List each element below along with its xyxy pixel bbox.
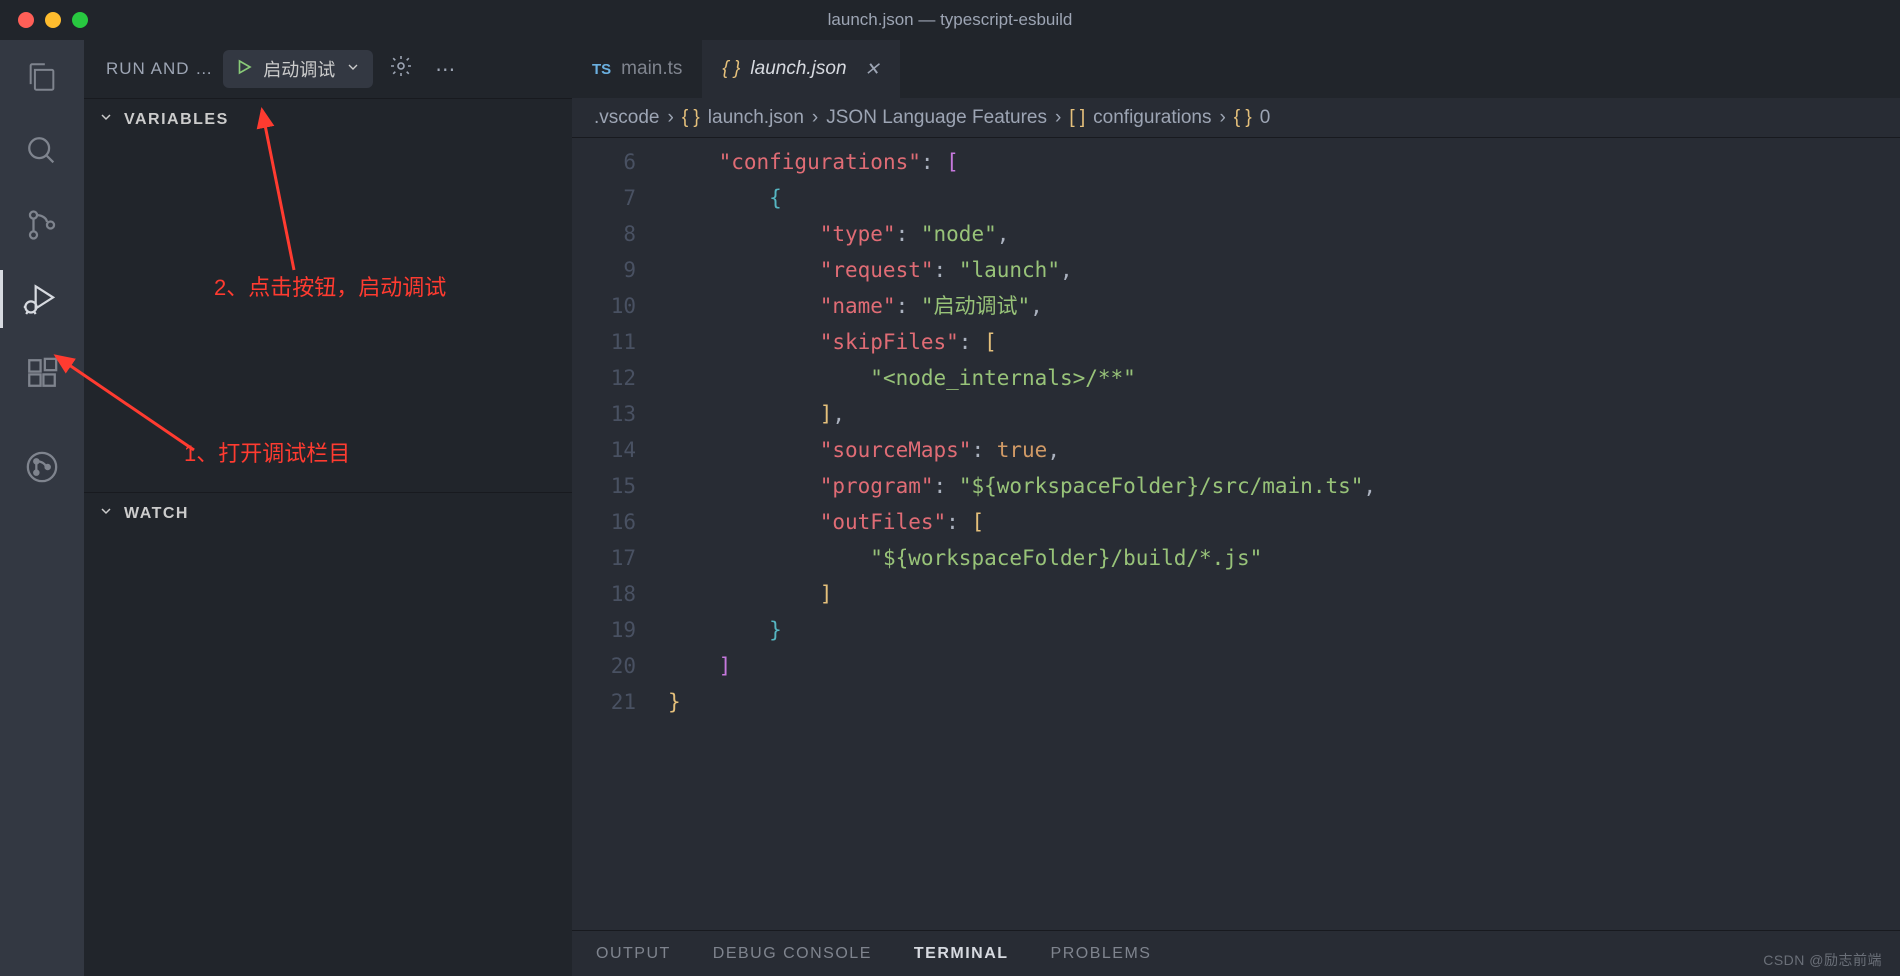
- watch-section: WATCH: [84, 492, 572, 534]
- start-debug-button[interactable]: 启动调试: [223, 50, 373, 88]
- editor-tabs: TS main.ts { } launch.json ✕: [572, 40, 1900, 98]
- annotation-step1: 1、打开调试栏目: [184, 436, 350, 468]
- extensions-icon[interactable]: [23, 354, 61, 392]
- annotation-step2: 2、点击按钮，启动调试: [214, 270, 446, 302]
- code-editor[interactable]: 6789101112131415161718192021 "configurat…: [572, 138, 1900, 930]
- more-icon[interactable]: ⋯: [429, 57, 461, 82]
- panel-tab-debug-console[interactable]: DEBUG CONSOLE: [713, 945, 872, 963]
- variables-body: 2、点击按钮，启动调试 1、打开调试栏目: [84, 140, 572, 492]
- editor-area: TS main.ts { } launch.json ✕ .vscode › {…: [572, 40, 1900, 976]
- run-config-label: 启动调试: [263, 56, 335, 82]
- chevron-right-icon: ›: [1219, 107, 1225, 129]
- breadcrumb-item[interactable]: .vscode: [594, 107, 659, 129]
- json-icon: { }: [682, 107, 700, 129]
- json-icon: { }: [1234, 107, 1252, 129]
- source-control-icon[interactable]: [23, 206, 61, 244]
- tab-label: main.ts: [621, 58, 682, 80]
- breadcrumb-item[interactable]: configurations: [1093, 107, 1211, 129]
- code-content[interactable]: "configurations": [ { "type": "node", "r…: [668, 138, 1900, 930]
- activity-bar: [0, 40, 84, 976]
- main-area: RUN AND … 启动调试 ⋯ VARIABLES: [0, 40, 1900, 976]
- variables-section: VARIABLES 2、点击按钮，启动调试 1、打开调试栏目: [84, 98, 572, 492]
- watch-title: WATCH: [124, 505, 189, 523]
- tab-main-ts[interactable]: TS main.ts: [572, 40, 702, 98]
- close-icon[interactable]: ✕: [857, 59, 880, 80]
- chevron-right-icon: ›: [1055, 107, 1061, 129]
- array-icon: [ ]: [1069, 107, 1085, 129]
- chevron-right-icon: ›: [667, 107, 673, 129]
- play-icon: [235, 58, 253, 81]
- variables-title: VARIABLES: [124, 111, 229, 129]
- tab-label: launch.json: [750, 58, 846, 80]
- maximize-window-button[interactable]: [72, 12, 88, 28]
- close-window-button[interactable]: [18, 12, 34, 28]
- chevron-down-icon: [98, 503, 114, 524]
- chevron-down-icon: [98, 109, 114, 130]
- watch-header[interactable]: WATCH: [84, 493, 572, 534]
- window-title: launch.json — typescript-esbuild: [828, 10, 1073, 30]
- bottom-panel: OUTPUT DEBUG CONSOLE TERMINAL PROBLEMS C…: [572, 930, 1900, 976]
- search-icon[interactable]: [23, 132, 61, 170]
- window-controls: [0, 12, 88, 28]
- chevron-down-icon: [345, 59, 361, 80]
- panel-tab-output[interactable]: OUTPUT: [596, 945, 671, 963]
- minimize-window-button[interactable]: [45, 12, 61, 28]
- explorer-icon[interactable]: [23, 58, 61, 96]
- breadcrumbs[interactable]: .vscode › { } launch.json › JSON Languag…: [572, 98, 1900, 138]
- line-gutter: 6789101112131415161718192021: [572, 138, 668, 930]
- variables-header[interactable]: VARIABLES: [84, 99, 572, 140]
- watermark: CSDN @励志前端: [1763, 950, 1882, 970]
- debug-sidebar: RUN AND … 启动调试 ⋯ VARIABLES: [84, 40, 572, 976]
- breadcrumb-item[interactable]: 0: [1260, 107, 1271, 129]
- panel-tab-problems[interactable]: PROBLEMS: [1051, 945, 1152, 963]
- gear-icon[interactable]: [383, 54, 419, 84]
- chevron-right-icon: ›: [812, 107, 818, 129]
- titlebar: launch.json — typescript-esbuild: [0, 0, 1900, 40]
- panel-tab-terminal[interactable]: TERMINAL: [914, 945, 1009, 963]
- json-icon: { }: [722, 58, 740, 80]
- breadcrumb-item[interactable]: JSON Language Features: [826, 107, 1047, 129]
- sidebar-title: RUN AND …: [106, 59, 213, 79]
- breadcrumb-item[interactable]: launch.json: [708, 107, 804, 129]
- run-debug-icon[interactable]: [23, 280, 61, 318]
- typescript-icon: TS: [592, 61, 611, 78]
- sidebar-header: RUN AND … 启动调试 ⋯: [84, 40, 572, 98]
- tab-launch-json[interactable]: { } launch.json ✕: [702, 40, 899, 98]
- git-graph-icon[interactable]: [23, 448, 61, 486]
